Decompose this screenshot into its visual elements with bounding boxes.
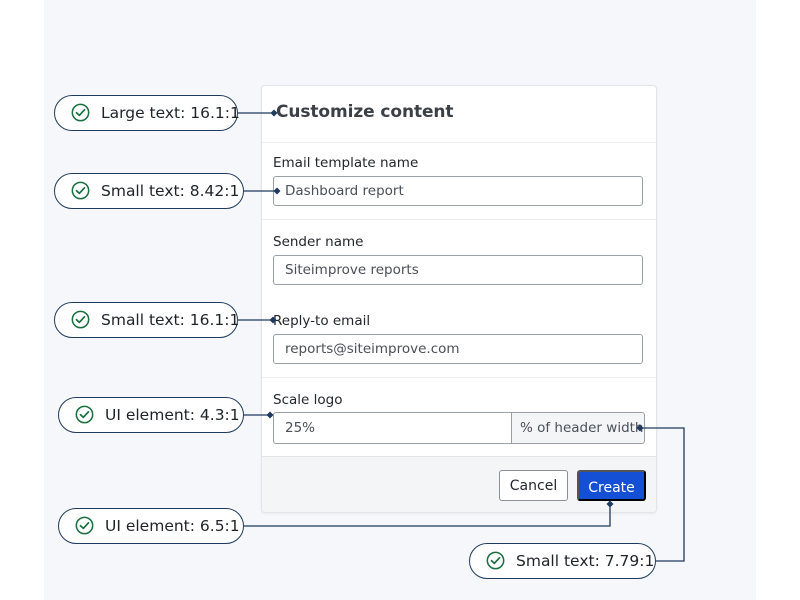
callout-ui-element-create: UI element: 6.5:1 <box>58 508 244 544</box>
connector-anchor <box>270 317 277 324</box>
connector-anchor <box>637 425 644 432</box>
callout-small-text-template: Small text: 8.42:1 <box>54 173 244 209</box>
check-circle-icon <box>71 310 90 329</box>
connector-anchor <box>274 188 281 195</box>
check-circle-icon <box>75 405 94 424</box>
check-circle-icon <box>486 551 505 570</box>
page: Customize content Email template name Da… <box>0 0 800 600</box>
check-circle-icon <box>71 103 90 122</box>
connector-small-text-suffix <box>640 428 684 561</box>
callout-text: Small text: 16.1:1 <box>101 311 239 329</box>
callout-small-text-suffix: Small text: 7.79:1 <box>469 543 656 579</box>
connector-anchor <box>607 501 614 508</box>
connector-anchor <box>271 110 278 117</box>
callout-text: UI element: 4.3:1 <box>105 406 240 424</box>
connector-anchor <box>267 412 274 419</box>
callout-text: Large text: 16.1:1 <box>101 104 240 122</box>
callout-text: Small text: 7.79:1 <box>516 552 654 570</box>
check-circle-icon <box>75 516 94 535</box>
callout-ui-element-input: UI element: 4.3:1 <box>58 397 244 433</box>
callout-small-text-reply: Small text: 16.1:1 <box>54 302 238 338</box>
callout-large-text: Large text: 16.1:1 <box>54 95 238 131</box>
connector-ui-create <box>244 504 610 526</box>
check-circle-icon <box>71 181 90 200</box>
callout-text: UI element: 6.5:1 <box>105 517 240 535</box>
callout-text: Small text: 8.42:1 <box>101 182 239 200</box>
